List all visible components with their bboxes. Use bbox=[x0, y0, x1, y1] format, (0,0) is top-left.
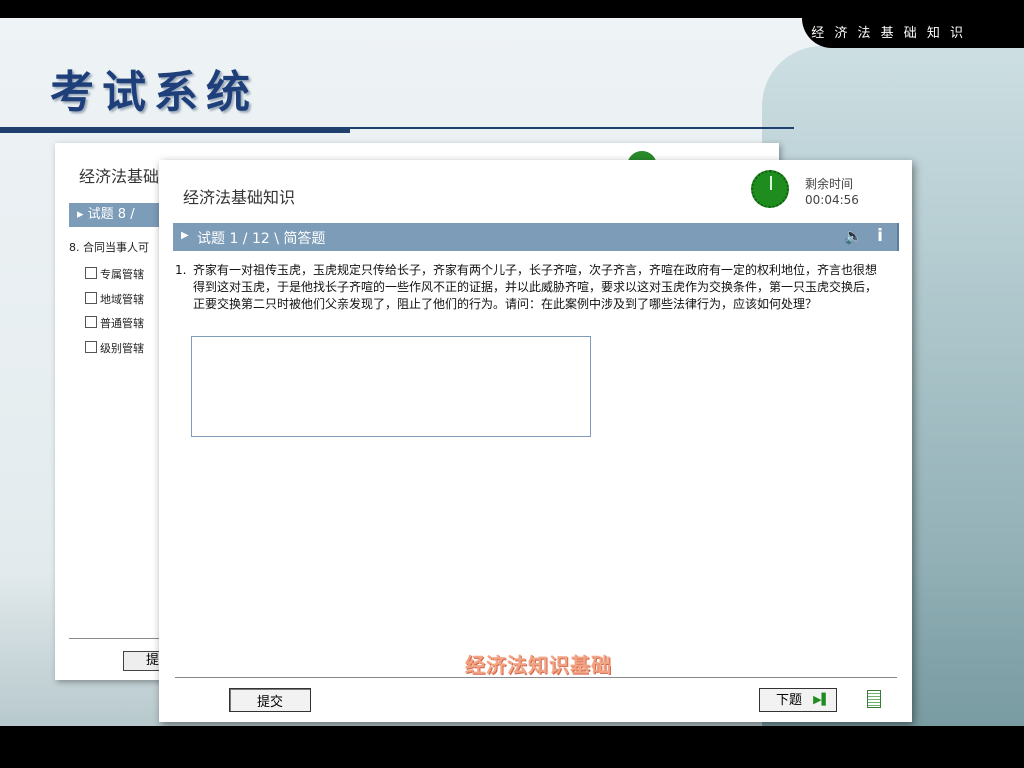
checkbox[interactable] bbox=[85, 292, 97, 304]
clock-icon bbox=[751, 170, 789, 208]
question-text: 齐家有一对祖传玉虎，玉虎规定只传给长子，齐家有两个儿子，长子齐喧，次子齐言，齐喧… bbox=[193, 263, 878, 311]
clock-hand bbox=[770, 176, 772, 190]
checkbox[interactable] bbox=[85, 341, 97, 353]
course-title: 经 济 法 基 础 知 识 bbox=[811, 26, 966, 41]
background-question-label: 试题 8 / bbox=[87, 207, 135, 222]
question-number: 1. bbox=[175, 263, 187, 277]
answer-input[interactable] bbox=[191, 336, 591, 437]
title-underline-thick bbox=[0, 127, 350, 133]
question-label: 试题 1 / 12 \ 简答题 bbox=[197, 231, 326, 247]
background-question-text: 8. 合同当事人可 bbox=[69, 241, 149, 254]
question-header-bar: ▶ 试题 1 / 12 \ 简答题 🔈 i bbox=[173, 223, 899, 251]
play-icon: ▶▌ bbox=[813, 693, 830, 706]
checkbox[interactable] bbox=[85, 316, 97, 328]
background-option[interactable]: 地域管辖 bbox=[85, 291, 144, 307]
background-arrow-icon: ▸ bbox=[77, 207, 88, 222]
timer-label: 剩余时间 bbox=[805, 177, 854, 191]
background-window-title: 经济法基础 bbox=[79, 167, 160, 186]
checkbox[interactable] bbox=[85, 267, 97, 279]
arrow-right-icon: ▶ bbox=[181, 230, 189, 241]
speaker-icon[interactable]: 🔈 bbox=[844, 227, 863, 245]
timer-value: 00:04:56 bbox=[805, 193, 859, 207]
info-icon[interactable]: i bbox=[877, 226, 883, 246]
submit-button[interactable]: 提交 bbox=[229, 688, 311, 712]
title-underline-thin bbox=[350, 127, 794, 129]
quiz-dialog: 经济法基础知识 剩余时间 00:04:56 ▶ 试题 1 / 12 \ 简答题 … bbox=[159, 160, 912, 722]
watermark-text: 经济法知识基础 bbox=[465, 653, 612, 677]
app-title: 考试系统 bbox=[50, 67, 258, 118]
next-question-label: 下题 bbox=[776, 693, 803, 708]
bottom-black-bar bbox=[0, 726, 1024, 768]
notepad-icon[interactable] bbox=[867, 690, 881, 708]
background-option[interactable]: 普通管辖 bbox=[85, 315, 144, 331]
dialog-divider bbox=[175, 677, 897, 678]
dialog-title: 经济法基础知识 bbox=[183, 188, 296, 207]
next-question-button[interactable]: 下题 ▶▌ bbox=[759, 688, 837, 712]
background-option[interactable]: 专属管辖 bbox=[85, 266, 144, 282]
background-option[interactable]: 级别管辖 bbox=[85, 340, 144, 356]
